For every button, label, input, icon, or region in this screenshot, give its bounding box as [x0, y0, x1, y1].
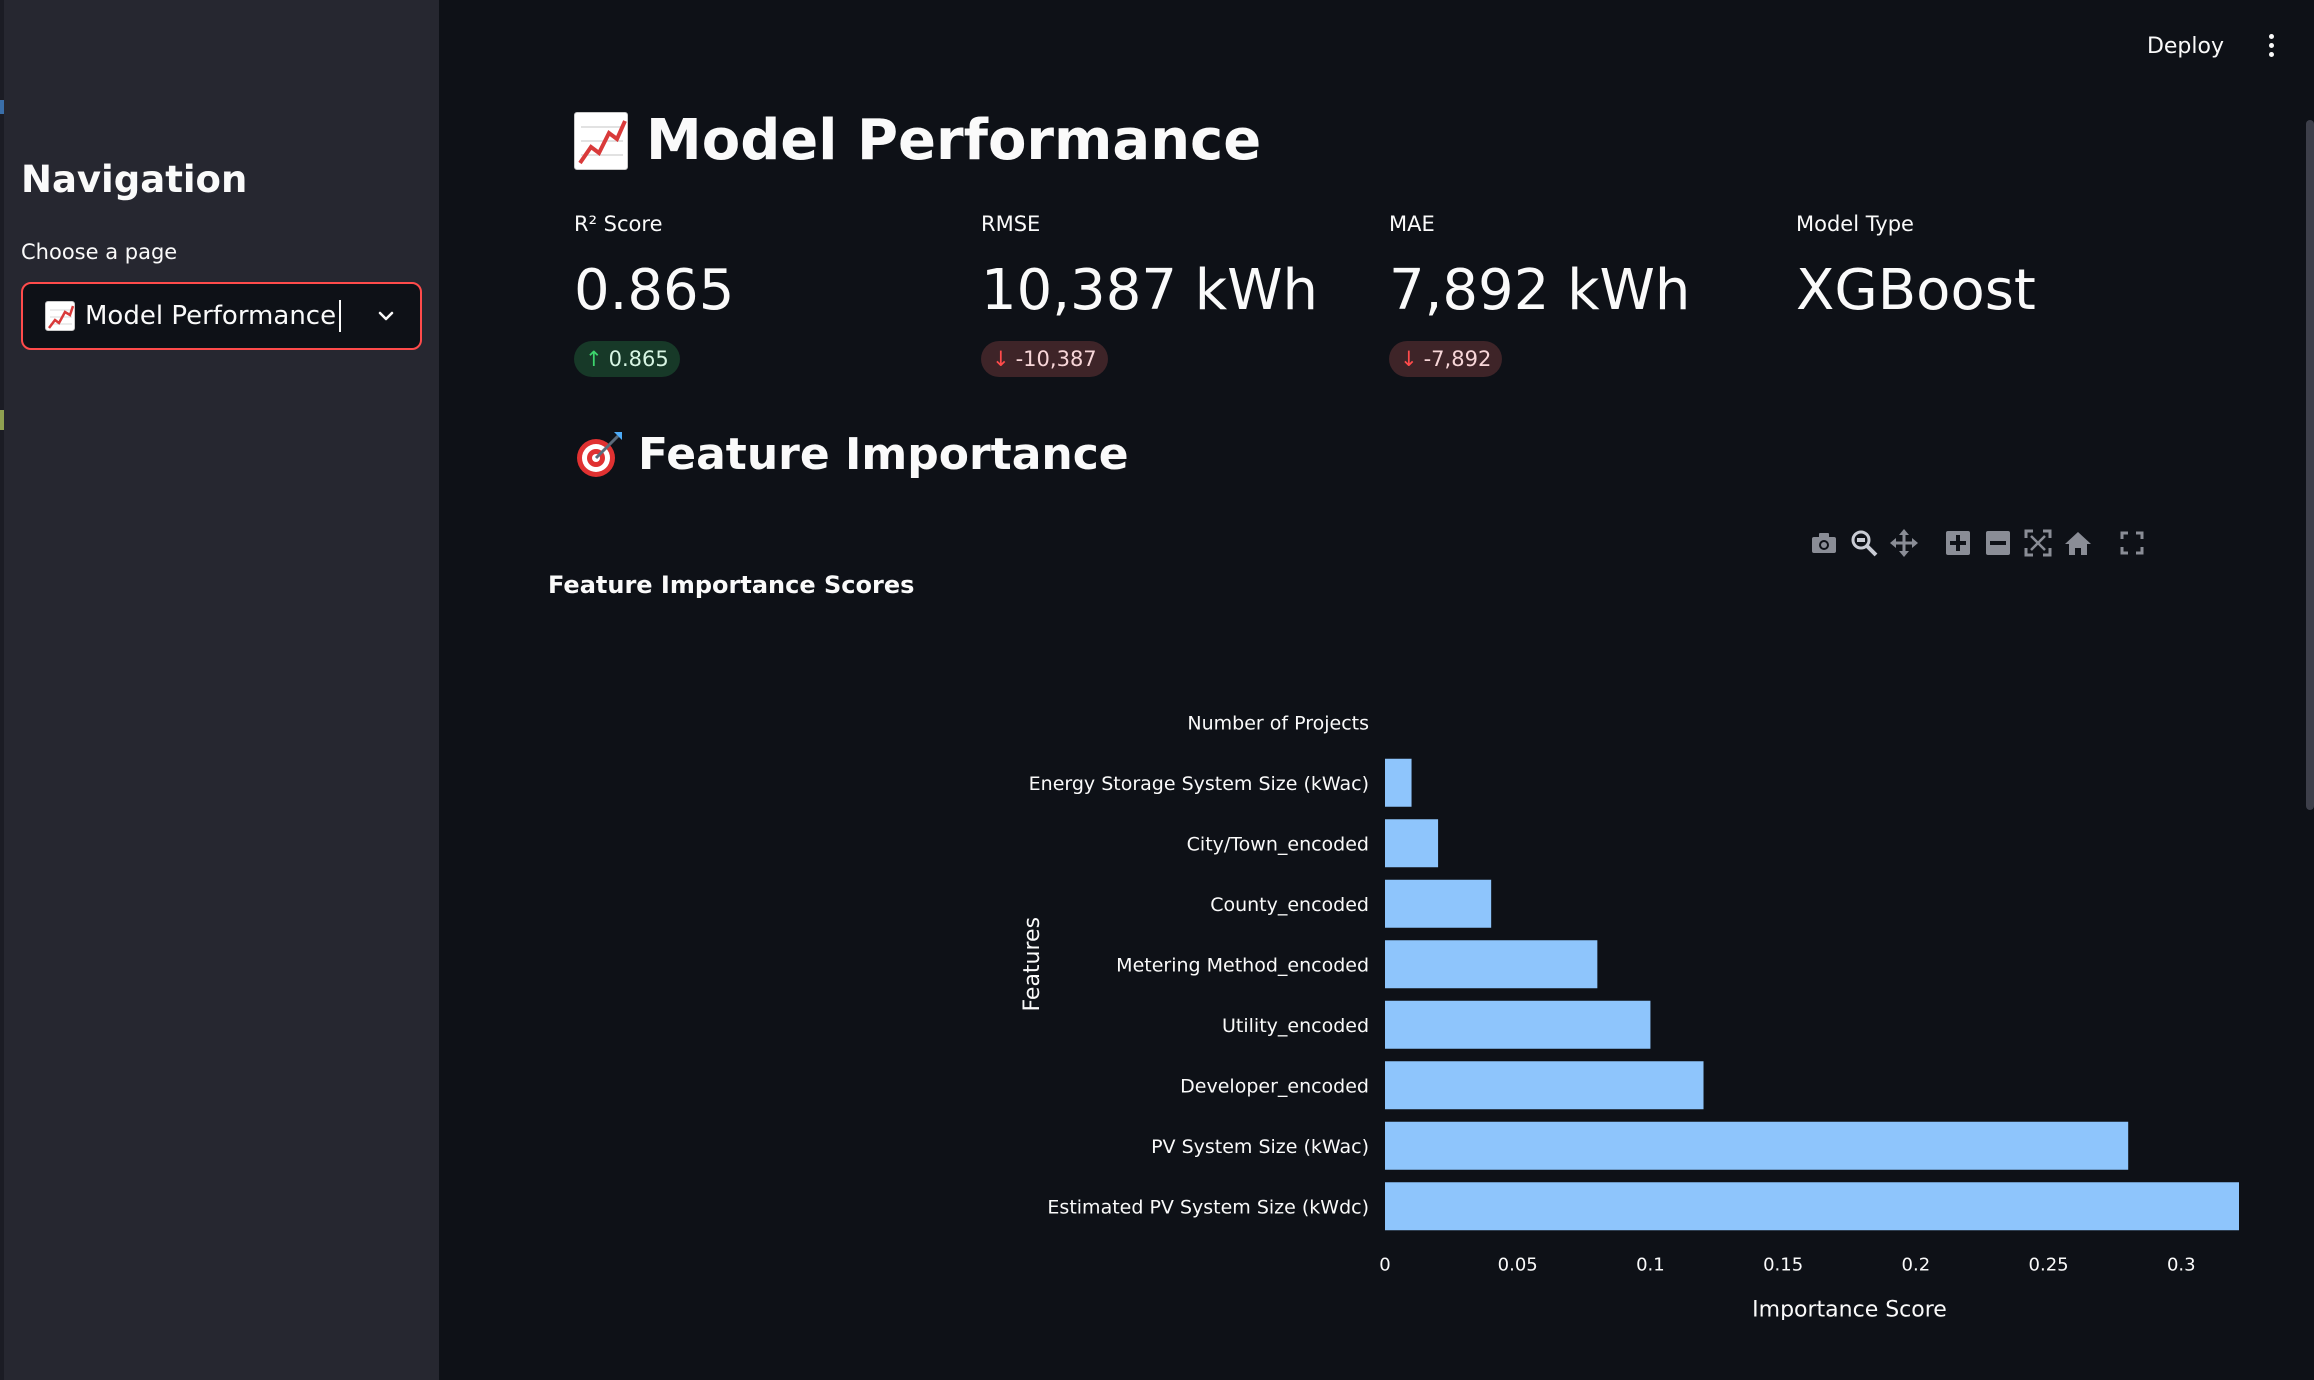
- deploy-button[interactable]: Deploy: [2147, 34, 2224, 59]
- y-axis-label: Features: [1020, 917, 1045, 1012]
- section-title: Feature Importance: [574, 428, 1129, 480]
- y-tick-label: County_encoded: [1210, 894, 1369, 916]
- metric-label: MAE: [1389, 212, 1435, 236]
- x-tick-label: 0.15: [1763, 1255, 1803, 1276]
- y-tick-label: Number of Projects: [1187, 712, 1369, 734]
- metric-delta-value: 0.865: [608, 347, 669, 371]
- y-tick-label: Energy Storage System Size (kWac): [1029, 773, 1369, 795]
- metric-delta: ↓ -10,387: [981, 341, 1108, 377]
- bar: [1385, 940, 1598, 989]
- x-tick-label: 0.3: [2167, 1255, 2196, 1276]
- x-tick-label: 0.2: [1902, 1255, 1931, 1276]
- bar: [1385, 819, 1439, 868]
- metric-model-type: Model Type XGBoost: [1796, 212, 2036, 323]
- y-tick-label: City/Town_encoded: [1187, 833, 1369, 855]
- sidebar-edge: [0, 0, 4, 1380]
- metric-mae: MAE 7,892 kWh ↓ -7,892: [1389, 212, 1690, 377]
- y-tick-label: Developer_encoded: [1180, 1075, 1369, 1097]
- metric-value: 7,892 kWh: [1389, 258, 1691, 323]
- y-tick-label: Utility_encoded: [1222, 1015, 1369, 1037]
- sidebar: Navigation Choose a page Model Performan…: [0, 0, 439, 1380]
- y-tick-label: PV System Size (kWac): [1151, 1136, 1369, 1158]
- page-select[interactable]: Model Performance: [21, 282, 422, 350]
- arrow-down-icon: ↓: [992, 347, 1010, 371]
- metric-rmse: RMSE 10,387 kWh ↓ -10,387: [981, 212, 1318, 377]
- target-icon: [577, 432, 622, 477]
- chart-increasing-icon: [45, 301, 75, 331]
- bar: [1385, 758, 1412, 807]
- x-axis-label: Importance Score: [1752, 1298, 1947, 1321]
- x-tick-label: 0.25: [2029, 1255, 2069, 1276]
- chart-increasing-icon: [574, 111, 628, 170]
- arrow-up-icon: ↑: [585, 347, 603, 371]
- page-title: Model Performance: [574, 108, 1261, 173]
- arrow-down-icon: ↓: [1400, 347, 1418, 371]
- edge-marker: [0, 100, 4, 114]
- main-content: Deploy Model Performance R² Score 0.865 …: [439, 0, 2314, 1380]
- bar: [1385, 1182, 2239, 1231]
- metric-r2: R² Score 0.865 ↑ 0.865: [574, 212, 734, 377]
- chevron-down-icon[interactable]: [376, 306, 396, 330]
- metric-label: R² Score: [574, 212, 663, 236]
- metric-delta: ↓ -7,892: [1389, 341, 1503, 377]
- x-tick-label: 0.1: [1636, 1255, 1665, 1276]
- bar: [1385, 1061, 1704, 1110]
- section-title-text: Feature Importance: [638, 428, 1129, 480]
- x-tick-label: 0.05: [1498, 1255, 1538, 1276]
- metric-value: 0.865: [574, 258, 735, 323]
- metric-label: Model Type: [1796, 212, 1914, 236]
- bar: [1385, 1121, 2129, 1170]
- feature-importance-chart: Feature Importance Scores Number of Proje…: [548, 571, 2239, 1321]
- metric-delta-value: -10,387: [1015, 347, 1097, 371]
- x-tick-label: 0: [1379, 1255, 1390, 1276]
- y-tick-label: Metering Method_encoded: [1116, 954, 1369, 976]
- app-window: Navigation Choose a page Model Performan…: [0, 0, 2314, 1380]
- metric-delta: ↑ 0.865: [574, 341, 680, 377]
- page-title-text: Model Performance: [646, 108, 1262, 173]
- page-select-label: Choose a page: [21, 240, 178, 264]
- chart-title: Feature Importance Scores: [548, 571, 914, 599]
- sidebar-title: Navigation: [21, 158, 248, 201]
- bar: [1385, 879, 1492, 928]
- metric-value: XGBoost: [1796, 258, 2036, 323]
- y-tick-label: Estimated PV System Size (kWdc): [1047, 1196, 1369, 1218]
- page-select-value: Model Performance: [85, 301, 337, 331]
- metric-delta-value: -7,892: [1423, 347, 1492, 371]
- bar: [1385, 1000, 1651, 1049]
- edge-marker: [0, 410, 4, 430]
- more-vertical-icon[interactable]: [2266, 34, 2276, 60]
- text-cursor: [339, 300, 342, 332]
- metric-value: 10,387 kWh: [981, 258, 1319, 323]
- scrollbar[interactable]: [2306, 120, 2314, 810]
- metric-label: RMSE: [981, 212, 1041, 236]
